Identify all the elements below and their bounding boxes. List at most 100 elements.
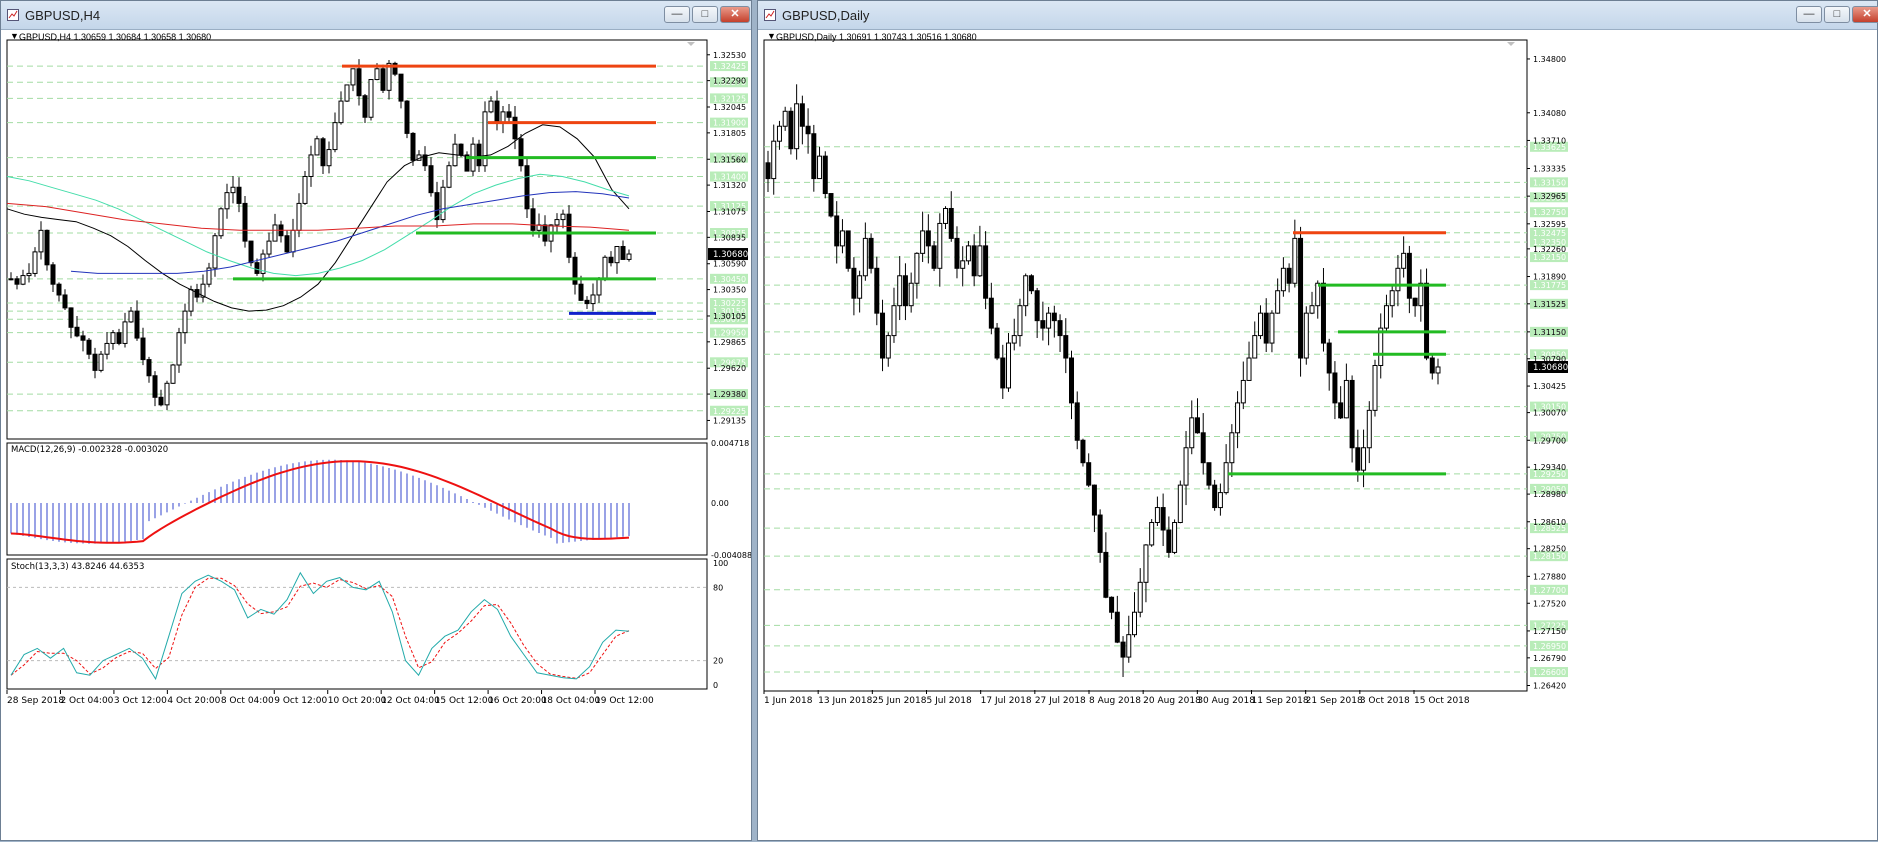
price-tick-label: 1.31805 [713, 129, 746, 138]
candle-body [26, 272, 32, 277]
candle-body [1355, 447, 1361, 471]
candle-body [1046, 312, 1052, 329]
candle-body [1028, 275, 1034, 292]
time-label: 5 Jul 2018 [927, 696, 972, 706]
candle-body [362, 95, 368, 118]
symbol-menu-arrow-icon[interactable]: ▼ [767, 31, 776, 41]
candle-body [1257, 312, 1263, 337]
candle-body [1406, 252, 1412, 299]
candle-body [110, 332, 116, 344]
title-bar[interactable]: GBPUSD,H4 — □ ✕ [1, 1, 751, 30]
candle-body [1263, 312, 1269, 344]
candle-body [146, 359, 152, 377]
close-button[interactable]: ✕ [720, 6, 750, 23]
candle-body [290, 229, 296, 253]
candle-body [1154, 507, 1160, 524]
symbol-menu-arrow-icon[interactable]: ▼ [10, 31, 19, 41]
window-gbpusd-daily[interactable]: GBPUSD,Daily — □ ✕ 1.33625 1.33150 1.32950… [757, 0, 1878, 841]
candle-body [1320, 282, 1326, 344]
stoch-tick-label: 0 [713, 681, 718, 690]
candle-body [1269, 312, 1275, 344]
candle-body [1361, 447, 1367, 471]
title-bar[interactable]: GBPUSD,Daily — □ ✕ [758, 1, 1878, 30]
chart-area-daily[interactable]: 1.33625 1.33150 1.32950 1.32750 1.32475 1.323… [758, 30, 1877, 842]
price-tick-label: 1.29620 [713, 364, 746, 373]
candle-body [1401, 252, 1407, 269]
candle-body [14, 278, 20, 285]
candle-body [1429, 357, 1435, 374]
level-label: 1.31900 [713, 119, 746, 128]
candle-body [122, 321, 128, 344]
minimize-button[interactable]: — [1796, 6, 1822, 23]
candle-body [799, 103, 805, 127]
candle-body [794, 103, 800, 150]
minimize-button[interactable]: — [664, 6, 690, 23]
candle-body [500, 111, 506, 124]
candle-body [1309, 305, 1315, 314]
candle-body [920, 230, 926, 254]
price-tick-label: 1.30590 [713, 260, 746, 269]
time-label: 15 Oct 2018 [1414, 696, 1470, 706]
candle-body [212, 235, 218, 269]
candle-body [326, 149, 332, 167]
candle-body [1086, 462, 1092, 486]
candle-body [1223, 462, 1229, 494]
time-label: 19 Oct 12:00 [595, 696, 654, 706]
candle-body [971, 245, 977, 277]
candle-body [839, 230, 845, 247]
price-tick-label: 1.31890 [1533, 273, 1566, 282]
candle-body [1040, 320, 1046, 329]
candle-body [851, 267, 857, 299]
restore-button[interactable]: □ [692, 6, 718, 23]
candle-body [92, 353, 98, 371]
chart-area-h4[interactable]: 1.32425 1.32275 1.32125 1.31900 1.31575 1.314… [1, 30, 751, 842]
candle-body [272, 224, 278, 242]
candle-body [104, 342, 110, 355]
time-label: 9 Oct 12:00 [274, 696, 327, 706]
candle-body [566, 213, 572, 258]
h4-chart-svg[interactable]: 1.324251.322751.321251.319001.315751.314… [1, 30, 751, 842]
candle-body [476, 143, 482, 167]
candle-body [822, 155, 828, 195]
candle-body [834, 215, 840, 247]
candle-body [897, 275, 903, 307]
price-tick-label: 1.30425 [1533, 382, 1566, 391]
candle-body [1189, 417, 1195, 449]
candle-body [954, 237, 960, 269]
price-tick-label: 1.32260 [1533, 245, 1566, 254]
candle-body [914, 252, 920, 284]
chart-shift-marker-icon [1507, 42, 1515, 46]
candle-body [356, 68, 362, 97]
price-tick-label: 1.31075 [713, 207, 746, 216]
candle-body [134, 310, 140, 339]
level-label: 1.32150 [1533, 253, 1566, 262]
candle-body [1240, 379, 1246, 404]
window-gbpusd-h4[interactable]: GBPUSD,H4 — □ ✕ 1.32425 1.32275 1.32125 1.3… [0, 0, 752, 841]
daily-chart-svg[interactable]: 1.336251.331501.329501.327501.324751.323… [758, 30, 1877, 842]
price-tick-label: 1.31560 [713, 155, 746, 164]
current-price-label: 1.30680 [713, 250, 748, 260]
candle-body [1097, 514, 1103, 553]
close-button[interactable]: ✕ [1852, 6, 1878, 23]
price-tick-label: 1.27880 [1533, 572, 1566, 581]
candle-body [440, 186, 446, 221]
candle-body [1183, 447, 1189, 486]
candle-body [284, 235, 290, 253]
candle-body [811, 133, 817, 180]
macd-tick-label: 0.00 [711, 499, 729, 508]
stoch-tick-label: 80 [713, 583, 723, 592]
level-label: 1.32475 [1533, 229, 1566, 238]
candle-body [1349, 379, 1355, 449]
ma-red-line [6, 202, 630, 231]
candle-body [1023, 275, 1029, 307]
price-tick-label: 1.29340 [1533, 463, 1566, 472]
macd-signal-line [10, 460, 630, 544]
level-label: 1.32750 [1533, 208, 1566, 217]
price-tick-label: 1.30070 [1533, 409, 1566, 418]
candle-body [1424, 282, 1430, 359]
candle-body [874, 267, 880, 314]
restore-button[interactable]: □ [1824, 6, 1850, 23]
candle-body [74, 326, 80, 337]
candle-body [140, 337, 146, 361]
candle-body [236, 186, 242, 204]
